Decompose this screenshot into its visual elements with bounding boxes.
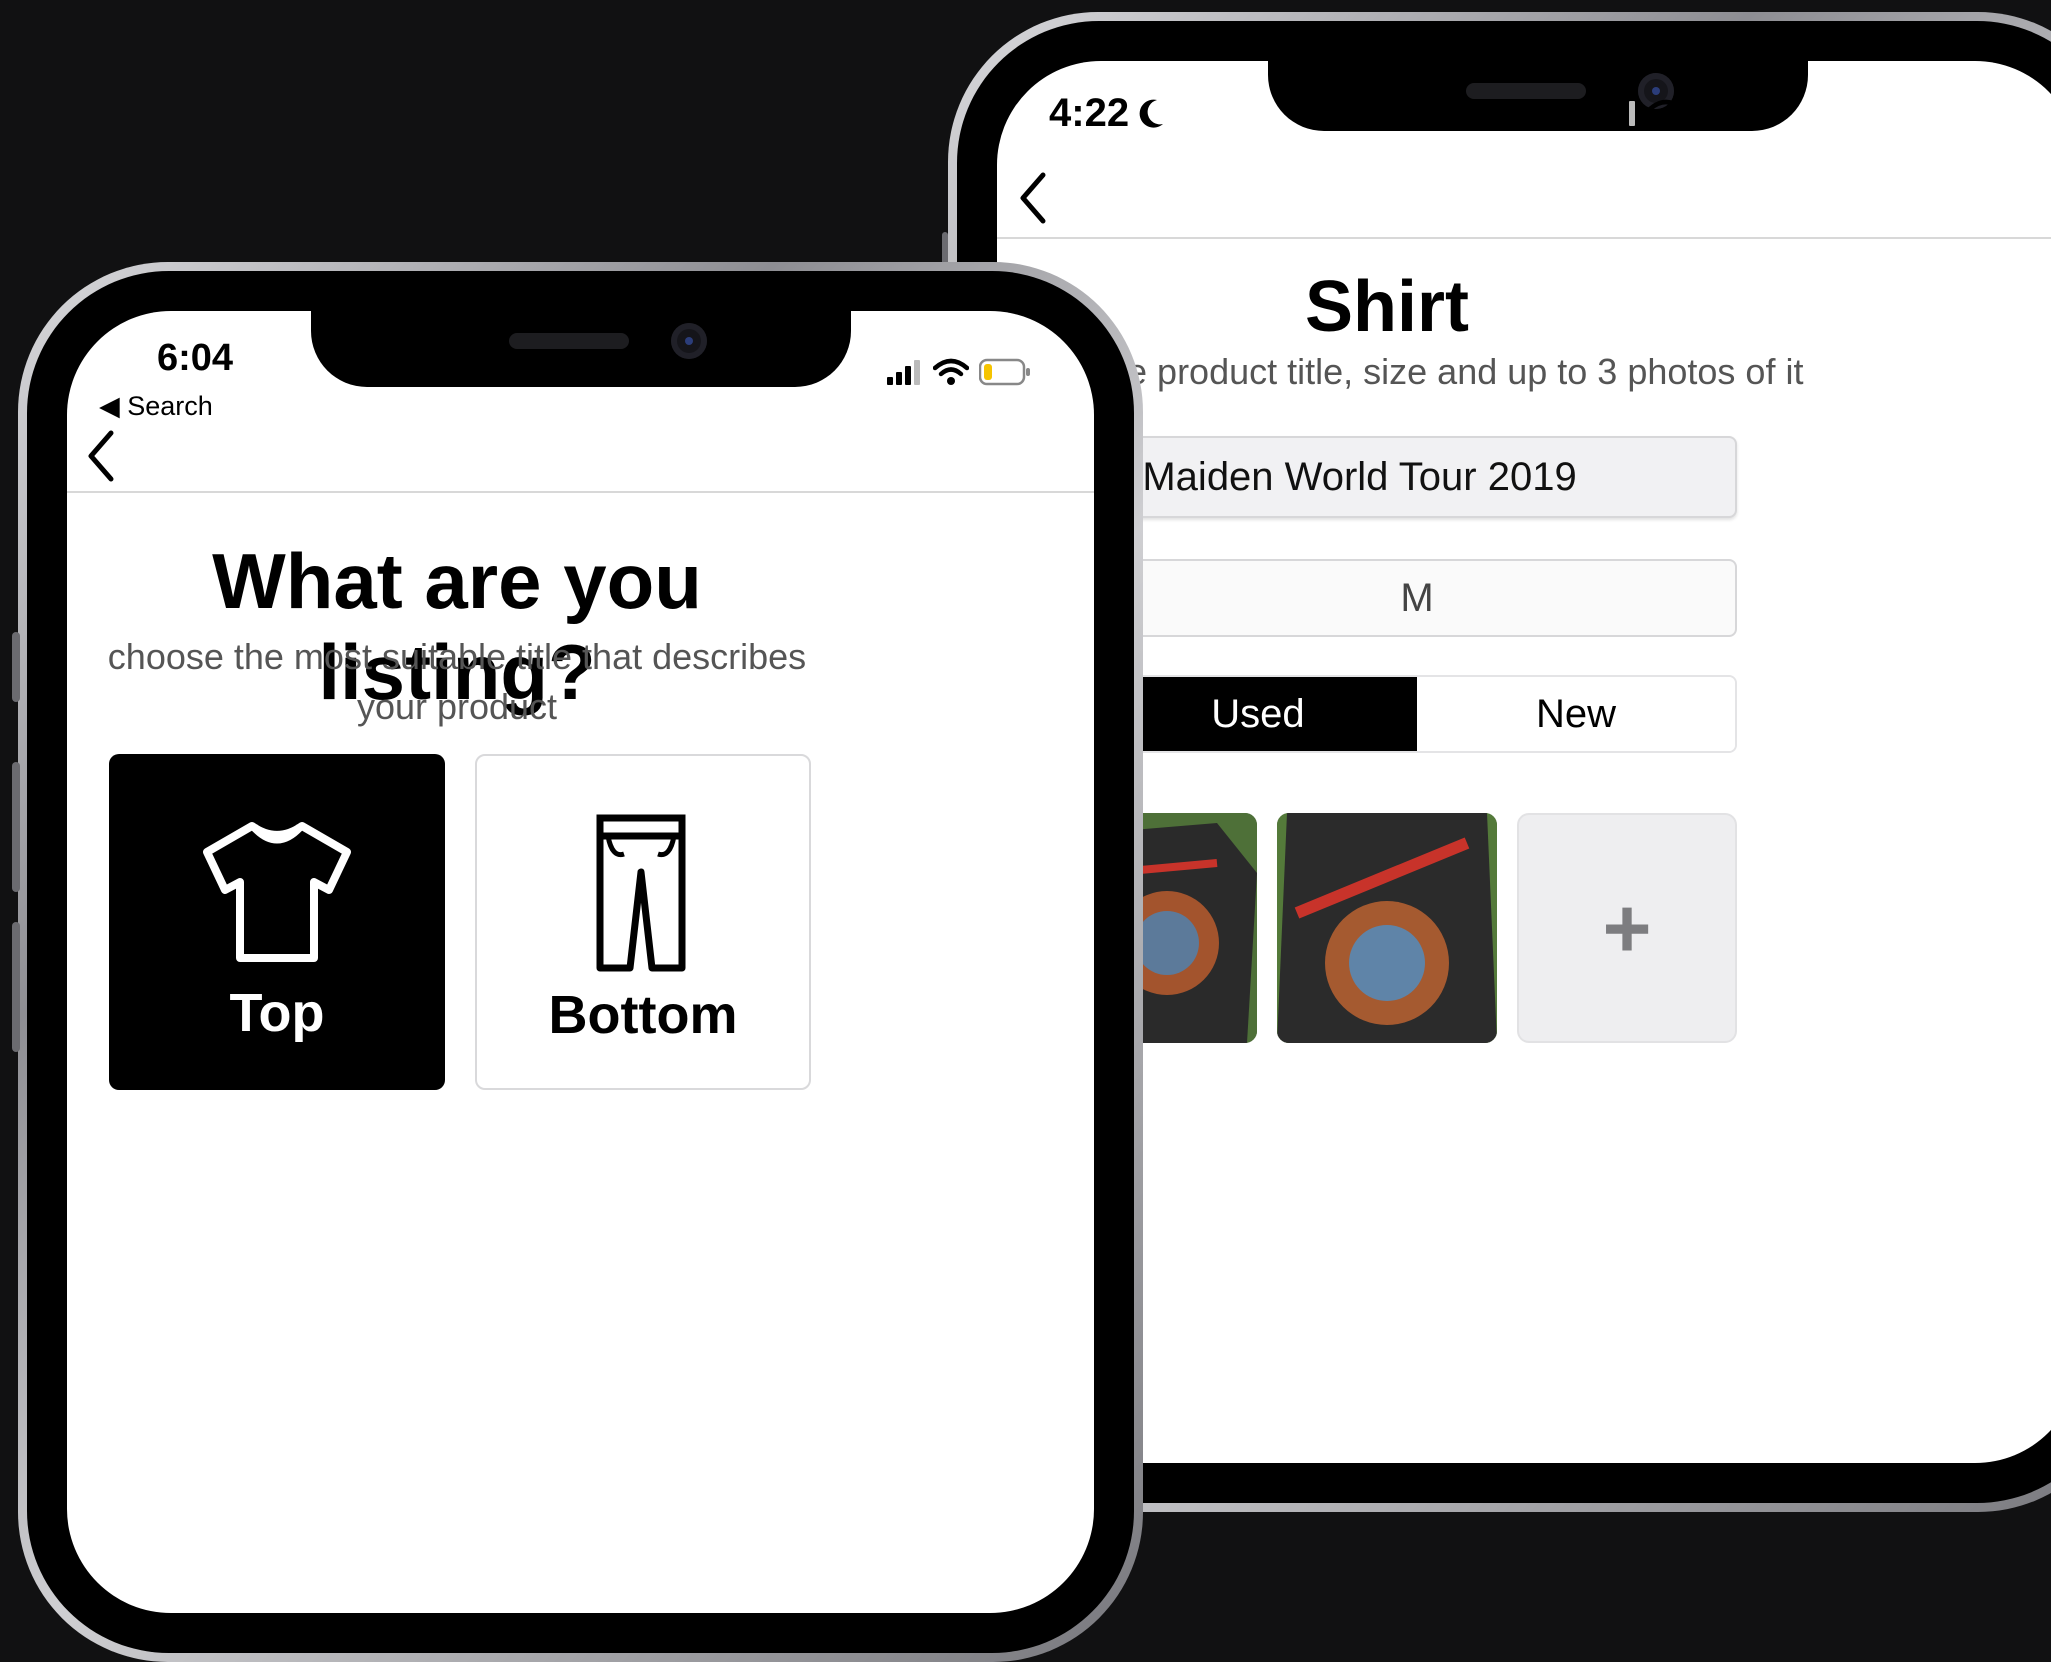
moon-icon [1139,99,1164,128]
speaker-grille [1466,83,1586,99]
condition-new-segment[interactable]: New [1417,677,1735,751]
category-tile-top[interactable]: Top [109,754,445,1090]
condition-segmented-control[interactable]: Used New [1097,675,1737,753]
category-tile-bottom[interactable]: Bottom [475,754,811,1090]
status-icons [887,358,1031,386]
phone-side-button [12,632,20,702]
status-time-text: 4:22 [1049,91,1130,135]
battery-low-icon [979,358,1030,386]
header-divider [67,491,1094,493]
product-title-value: n Maiden World Tour 2019 [1109,454,1577,499]
wifi-icon [933,358,969,385]
condition-used-segment[interactable]: Used [1099,677,1417,751]
size-value: M [1400,575,1434,620]
speaker-grille [508,333,629,349]
status-bar-time: 4:22 [1049,91,1165,136]
subtitle-line-1: choose the most suitable title that desc… [107,636,807,677]
product-title-input[interactable]: n Maiden World Tour 2019 [1097,436,1737,518]
back-chevron-icon[interactable] [1017,171,1047,225]
pants-icon [596,814,686,972]
category-label-top: Top [229,983,325,1043]
wifi-icon [1648,99,1684,126]
back-chevron-icon[interactable] [85,429,115,483]
phone-bezel: 6:04 ◀ Search What are you listing? choo… [27,271,1134,1653]
header-divider [997,237,2051,239]
add-photo-button[interactable]: + [1517,813,1737,1043]
phone-volume-button [12,922,20,1052]
product-photo-2[interactable] [1277,813,1497,1043]
shirt-icon [203,822,351,962]
listing-details-screen: 4:22 Shirt the product title, size and u… [997,61,2051,1463]
category-label-bottom: Bottom [548,985,738,1045]
page-title: Shirt [1304,267,1469,347]
plus-icon: + [1602,880,1652,975]
status-bar-time: 6:04 [157,337,234,379]
status-icons [1602,99,1746,127]
instruction-text: the product title, size and up to 3 phot… [1097,351,1804,392]
cellular-signal-icon [887,360,920,385]
battery-icon [1694,99,1745,127]
phone-notch [310,311,851,387]
tshirt-photo-image [1277,813,1497,1043]
cellular-signal-icon [1602,101,1635,126]
back-to-search-link[interactable]: ◀ Search [99,391,213,422]
front-phone: 6:04 ◀ Search What are you listing? choo… [12,262,1143,1662]
front-camera [670,323,707,359]
size-input[interactable]: M [1097,559,1737,637]
phone-volume-button [12,762,20,892]
subtitle-line-2: your product [356,686,558,727]
category-selection-screen: 6:04 ◀ Search What are you listing? choo… [67,311,1094,1613]
